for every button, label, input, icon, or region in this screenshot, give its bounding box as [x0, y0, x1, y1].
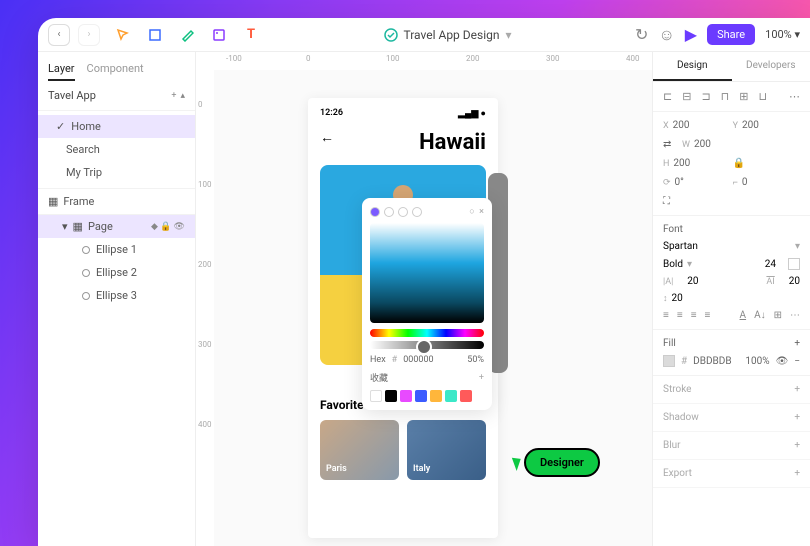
- left-tabs: Layer Component: [38, 52, 195, 81]
- canvas-col: -100 0 100 200 300 400 0 100 200 300 400: [196, 52, 652, 546]
- eye-icon[interactable]: 👁: [776, 356, 789, 367]
- lock-icon[interactable]: 🔒: [733, 158, 745, 169]
- font-size[interactable]: 24: [765, 259, 776, 270]
- flip-icon[interactable]: ⇄: [663, 139, 671, 150]
- share-button[interactable]: Share: [707, 24, 755, 45]
- fill-section: Fill+ #DBDBDB 100% 👁 −: [653, 330, 810, 376]
- v-ruler: 0 100 200 300 400: [196, 70, 214, 546]
- tab-component[interactable]: Component: [87, 58, 144, 81]
- topbar: ‹ › T Travel App Design ▾ ↻ ☺ ▶ Share 10…: [38, 18, 810, 52]
- stroke-section[interactable]: Stroke+: [653, 376, 810, 404]
- layer-ellipse2[interactable]: Ellipse 2: [38, 261, 195, 284]
- designer-label: Designer: [524, 448, 600, 477]
- font-section: Font Spartan▾ Bold▾ 24 |A|20 AI20 ↕20 ≡≡…: [653, 216, 810, 330]
- back-button[interactable]: ‹: [48, 24, 70, 46]
- shadow-section[interactable]: Shadow+: [653, 404, 810, 432]
- fav-row: Paris Italy: [320, 420, 486, 480]
- expand-icon[interactable]: ⛶: [663, 196, 670, 207]
- h-ruler: -100 0 100 200 300 400: [196, 52, 652, 70]
- align-hcenter-icon: ⊟: [682, 90, 691, 103]
- tab-developers[interactable]: Developers: [732, 52, 810, 81]
- user-icon[interactable]: ☺: [658, 25, 674, 45]
- right-panel: Design Developers ⊏ ⊟ ⊐ ⊓ ⊞ ⊔ ⋯ X200 Y200 ⇄ …: [652, 52, 810, 546]
- color-gradient[interactable]: [370, 223, 484, 323]
- add-icon[interactable]: +: [171, 91, 176, 101]
- hue-slider[interactable]: [370, 329, 484, 337]
- w-field[interactable]: W200: [682, 139, 744, 150]
- tab-design[interactable]: Design: [653, 52, 732, 81]
- pen-tool[interactable]: [178, 26, 196, 44]
- rect-tool[interactable]: [146, 26, 164, 44]
- checkbox[interactable]: [788, 258, 800, 270]
- card-paris[interactable]: Paris: [320, 420, 399, 480]
- project-header[interactable]: Tavel App +▴: [38, 81, 195, 111]
- tab-layer[interactable]: Layer: [48, 58, 75, 81]
- up-icon[interactable]: ▴: [180, 91, 185, 101]
- card-italy[interactable]: Italy: [407, 420, 486, 480]
- app-window: ‹ › T Travel App Design ▾ ↻ ☺ ▶ Share 10…: [38, 18, 810, 546]
- zoom[interactable]: 100% ▾: [765, 28, 800, 41]
- corner-field[interactable]: ⌐0: [733, 177, 795, 188]
- align-top-icon: ⊓: [721, 90, 730, 103]
- font-weight[interactable]: Bold: [663, 259, 683, 270]
- play-icon[interactable]: ▶: [685, 25, 697, 44]
- align-row[interactable]: ⊏ ⊟ ⊐ ⊓ ⊞ ⊔ ⋯: [653, 82, 810, 112]
- doc-title[interactable]: Travel App Design ▾: [268, 28, 627, 42]
- tree-home[interactable]: ✓Home: [38, 115, 195, 138]
- layer-ellipse3[interactable]: Ellipse 3: [38, 284, 195, 307]
- canvas[interactable]: 12:26 ▂▄▆ ● ← Hawaii: [214, 70, 652, 546]
- canvas-wrap: 0 100 200 300 400 12:26 ▂▄▆ ● ← Hawaii: [196, 70, 652, 546]
- align-right-icon: ⊐: [701, 90, 710, 103]
- cursor-icon: [512, 455, 524, 471]
- h-field[interactable]: H200: [663, 158, 725, 169]
- cursor-tool[interactable]: [114, 26, 132, 44]
- blur-section[interactable]: Blur+: [653, 432, 810, 460]
- image-tool[interactable]: [210, 26, 228, 44]
- layer-page[interactable]: ▾▦Page ◆ 🔒 👁: [38, 215, 195, 238]
- page-tree: ✓Home Search My Trip: [38, 111, 195, 188]
- position-props: X200 Y200 ⇄ W200 H200 🔒 ⟳0° ⌐0 ⛶: [653, 112, 810, 216]
- text-tool[interactable]: T: [242, 26, 260, 44]
- align-bottom-icon: ⊔: [758, 90, 767, 103]
- right-tabs: Design Developers: [653, 52, 810, 82]
- export-section[interactable]: Export+: [653, 460, 810, 488]
- y-field[interactable]: Y200: [733, 120, 795, 131]
- remove-icon[interactable]: −: [794, 356, 800, 367]
- color-picker[interactable]: ○ × Hex # 000000 50% 收藏: [362, 198, 492, 410]
- body: Layer Component Tavel App +▴ ✓Home Searc…: [38, 52, 810, 546]
- left-panel: Layer Component Tavel App +▴ ✓Home Searc…: [38, 52, 196, 546]
- status-icons: ▂▄▆ ●: [458, 108, 486, 119]
- layer-ellipse1[interactable]: Ellipse 1: [38, 238, 195, 261]
- x-field[interactable]: X200: [663, 120, 725, 131]
- phone-title: Hawaii: [320, 130, 486, 155]
- check-icon: [384, 28, 398, 42]
- history-icon[interactable]: ↻: [635, 25, 648, 44]
- font-family[interactable]: Spartan▾: [663, 241, 800, 252]
- tree-mytrip[interactable]: My Trip: [38, 161, 195, 184]
- alpha-slider[interactable]: [370, 341, 484, 349]
- fwd-button[interactable]: ›: [78, 24, 100, 46]
- align-left-icon: ⊏: [663, 90, 672, 103]
- align-vcenter-icon: ⊞: [739, 90, 748, 103]
- right-tools: ↻ ☺ ▶ Share 100% ▾: [635, 24, 800, 45]
- tree-search[interactable]: Search: [38, 138, 195, 161]
- more-icon: ⋯: [789, 90, 800, 103]
- add-fill-icon[interactable]: +: [794, 338, 800, 349]
- rotation-field[interactable]: ⟳0°: [663, 177, 725, 188]
- tools: T: [114, 26, 260, 44]
- swatches[interactable]: [370, 390, 484, 402]
- text-align-row[interactable]: ≡≡≡≡ AA↓⊞⋯: [663, 310, 800, 321]
- status-bar: 12:26 ▂▄▆ ●: [320, 108, 486, 119]
- collaborator-cursor: Designer: [514, 448, 600, 477]
- frame-header[interactable]: ▦Frame: [38, 188, 195, 215]
- fill-row[interactable]: #DBDBDB 100% 👁 −: [663, 355, 800, 367]
